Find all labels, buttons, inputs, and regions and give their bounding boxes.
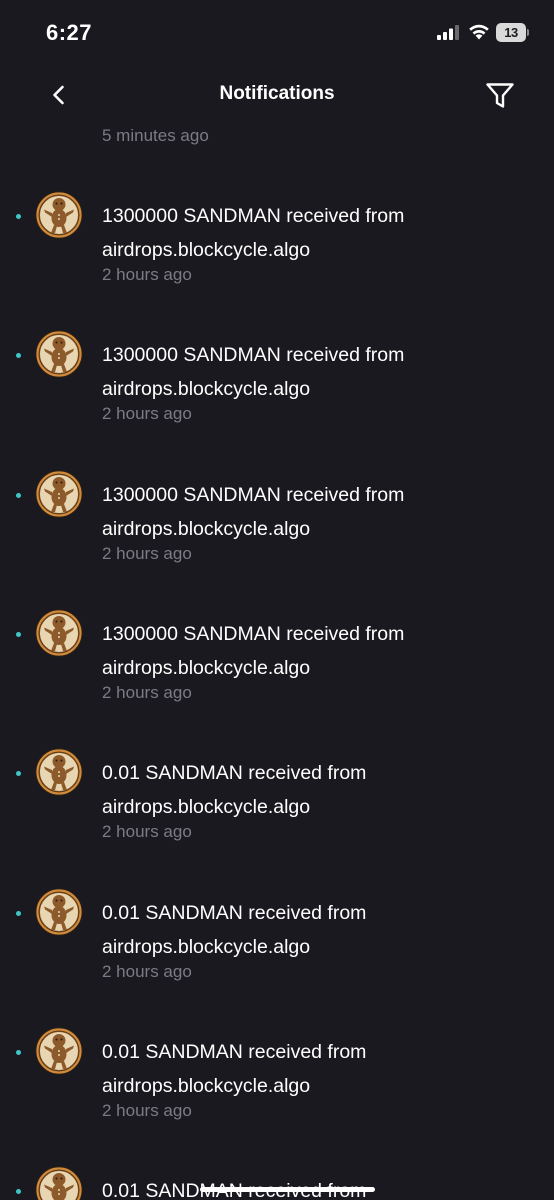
notification-title: 0.01 SANDMAN received from — [102, 1040, 367, 1063]
notification-message: 1300000 SANDMAN received from airdrops.bl… — [102, 617, 522, 685]
sandman-token-icon — [35, 1027, 83, 1075]
notification-item[interactable]: 0.01 SANDMAN received from airdrops.block… — [0, 960, 554, 1120]
notification-item[interactable]: 1300000 SANDMAN received from airdrops.bl… — [0, 403, 554, 563]
notification-title: 1300000 SANDMAN received from — [102, 622, 405, 645]
notification-item[interactable]: 1300000 SANDMAN received from airdrops.bl… — [0, 542, 554, 702]
notification-sender: airdrops.blockcycle.algo — [102, 1074, 311, 1097]
notification-message: 1300000 SANDMAN received from airdrops.bl… — [102, 199, 522, 267]
unread-dot — [16, 214, 21, 219]
unread-dot — [16, 631, 21, 637]
unread-dot — [16, 492, 21, 498]
unread-dot — [16, 771, 21, 777]
wifi-icon — [469, 24, 489, 40]
sandman-token-icon — [35, 609, 83, 657]
unread-dot — [16, 1189, 21, 1195]
notification-title: 1300000 SANDMAN received from — [102, 205, 405, 227]
notification-message: 0.01 SANDMAN received from airdrops.block… — [102, 1035, 522, 1103]
notification-item[interactable]: 0.01 SANDMAN received from — [0, 1099, 554, 1200]
notification-title: 1300000 SANDMAN received from — [102, 344, 405, 367]
notification-sender: airdrops.blockcycle.algo — [102, 656, 311, 679]
battery-indicator: 13 — [496, 23, 529, 42]
filter-funnel-icon[interactable] — [484, 79, 516, 111]
sandman-token-icon — [35, 888, 83, 936]
sandman-token-icon — [35, 191, 83, 239]
notification-title: 0.01 SANDMAN received from — [102, 762, 367, 785]
notification-item[interactable]: 0.01 SANDMAN received from airdrops.block… — [0, 821, 554, 981]
header: Notifications — [0, 66, 554, 124]
unread-dot — [16, 353, 21, 359]
notification-sender: airdrops.blockcycle.algo — [102, 517, 311, 540]
notification-message: 0.01 SANDMAN received from airdrops.block… — [102, 896, 522, 964]
cellular-signal-icon — [437, 25, 459, 40]
notification-item[interactable]: 0.01 SANDMAN received from airdrops.block… — [0, 681, 554, 841]
status-time: 6:27 — [46, 20, 93, 45]
notification-title: 0.01 SANDMAN received from — [102, 901, 367, 924]
status-bar: 6:27 13 — [0, 0, 554, 66]
notifications-screen: 6:27 13 Notifications 5 minutes ago 1300… — [0, 0, 554, 1200]
unread-dot — [16, 1049, 21, 1055]
notification-sender: airdrops.blockcycle.algo — [102, 796, 311, 819]
sandman-token-icon — [35, 748, 83, 796]
battery-level: 13 — [504, 25, 518, 40]
notification-title: 1300000 SANDMAN received from — [102, 483, 405, 506]
sandman-token-icon — [35, 470, 83, 518]
sandman-token-icon — [35, 330, 83, 378]
sandman-token-icon — [35, 1166, 83, 1200]
notification-sender: airdrops.blockcycle.algo — [102, 239, 311, 261]
battery-nub — [527, 29, 529, 36]
notification-sender: airdrops.blockcycle.algo — [102, 378, 311, 401]
notification-item[interactable]: 1300000 SANDMAN received from airdrops.bl… — [0, 124, 554, 284]
home-indicator — [200, 1187, 375, 1192]
notification-message: 1300000 SANDMAN received from airdrops.bl… — [102, 478, 522, 546]
notification-message: 0.01 SANDMAN received from airdrops.block… — [102, 756, 522, 824]
notification-item[interactable]: 1300000 SANDMAN received from airdrops.bl… — [0, 263, 554, 423]
notification-message: 1300000 SANDMAN received from airdrops.bl… — [102, 338, 522, 406]
page-title: Notifications — [219, 83, 335, 104]
unread-dot — [16, 910, 21, 916]
notification-sender: airdrops.blockcycle.algo — [102, 935, 311, 958]
